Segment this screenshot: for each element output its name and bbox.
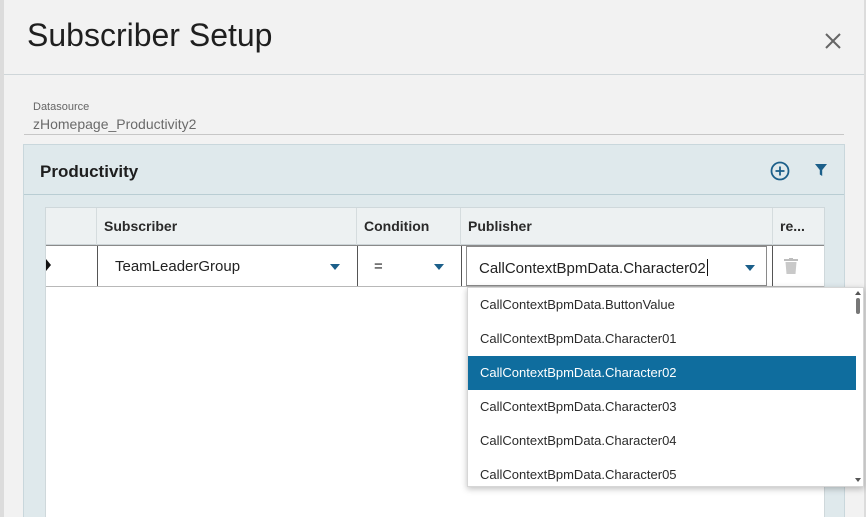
trash-icon[interactable] [784,258,798,274]
column-header-subscriber[interactable]: Subscriber [97,208,357,245]
scroll-down-icon[interactable] [855,478,861,482]
column-header-condition[interactable]: Condition [357,208,461,245]
dialog-header: Subscriber Setup [4,0,864,75]
table-row: TeamLeaderGroup = CallContextBpmData.Cha… [46,245,824,287]
publisher-options-list[interactable]: CallContextBpmData.ButtonValue CallConte… [467,287,864,487]
panel-header: Productivity [24,145,844,195]
chevron-down-icon[interactable] [745,265,755,271]
datasource-field: Datasource zHomepage_Productivity2 [24,95,844,135]
scroll-up-icon[interactable] [855,291,861,295]
list-item[interactable]: CallContextBpmData.Character05 [468,458,856,492]
background-edge [0,0,4,517]
plus-circle-icon[interactable] [770,161,790,181]
chevron-down-icon[interactable] [434,264,444,270]
subscriber-value: TeamLeaderGroup [115,258,241,275]
list-item[interactable]: CallContextBpmData.ButtonValue [468,288,856,322]
list-item[interactable]: CallContextBpmData.Character01 [468,322,856,356]
text-cursor [706,259,708,276]
panel-title: Productivity [40,162,139,181]
close-icon[interactable] [822,30,844,52]
scroll-thumb[interactable] [856,298,860,314]
condition-value: = [374,258,383,275]
grid-header: Subscriber Condition Publisher re... [46,208,824,245]
list-item[interactable]: CallContextBpmData.Character04 [468,424,856,458]
publisher-input[interactable]: CallContextBpmData.Character02 [466,246,767,286]
publisher-value: CallContextBpmData.Character02 [479,260,706,277]
chevron-down-icon[interactable] [330,264,340,270]
condition-dropdown[interactable]: = [357,246,461,286]
datasource-label: Datasource [33,101,90,113]
scrollbar[interactable] [853,288,863,486]
dialog-title: Subscriber Setup [27,17,273,53]
filter-icon[interactable] [814,163,828,177]
column-header-remove[interactable]: re... [773,208,824,245]
subscriber-dropdown[interactable]: TeamLeaderGroup [97,246,357,286]
column-header-publisher[interactable]: Publisher [461,208,773,245]
datasource-value: zHomepage_Productivity2 [33,116,197,132]
row-indicator-icon [46,259,51,271]
list-item-selected[interactable]: CallContextBpmData.Character02 [468,356,856,390]
list-item[interactable]: CallContextBpmData.Character03 [468,390,856,424]
row-selector-header [46,208,97,245]
